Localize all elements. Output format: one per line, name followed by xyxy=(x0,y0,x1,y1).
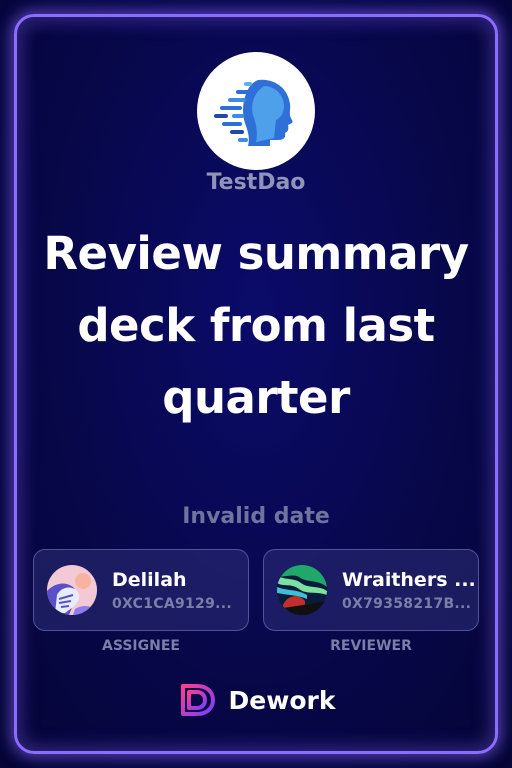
reviewer-role-label: REVIEWER xyxy=(330,638,412,654)
reviewer-card[interactable]: Wraithers ... 0X79358217B... xyxy=(263,549,479,631)
brand: Dework xyxy=(0,680,512,720)
digital-face-icon xyxy=(214,79,293,146)
reviewer-avatar xyxy=(277,565,327,615)
task-date: Invalid date xyxy=(182,504,330,529)
task-card: TestDao Review summary deck from last qu… xyxy=(0,0,512,768)
reviewer-name: Wraithers ... xyxy=(342,569,476,591)
dao-logo xyxy=(197,52,315,170)
assignee-name: Delilah xyxy=(112,569,187,591)
dao-name: TestDao xyxy=(206,170,306,195)
assignee-avatar xyxy=(47,565,97,615)
assignee-role-label: ASSIGNEE xyxy=(102,638,180,654)
dework-logo-icon xyxy=(180,684,215,716)
assignee-card[interactable]: Delilah 0XC1CA9129... xyxy=(33,549,249,631)
reviewer-address: 0X79358217B... xyxy=(342,596,472,612)
task-title: Review summary deck from last quarter xyxy=(43,227,469,424)
assignee-address: 0XC1CA9129... xyxy=(112,596,232,612)
brand-name: Dework xyxy=(228,685,336,715)
